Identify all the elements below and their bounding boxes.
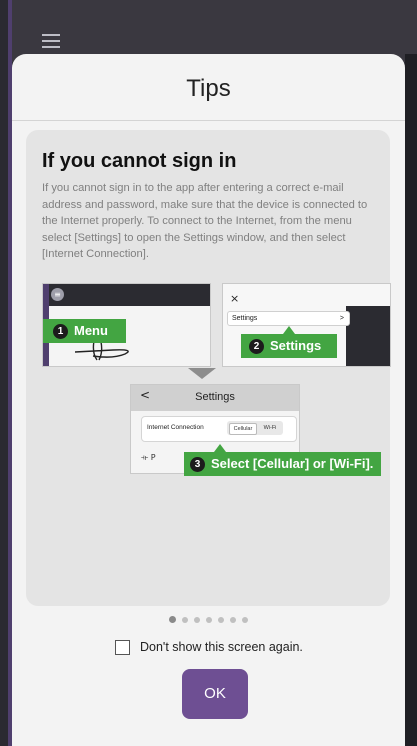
tip-card: If you cannot sign in If you cannot sign… — [26, 130, 391, 606]
step3-label: 3 Select [Cellular] or [Wi-Fi]. — [184, 452, 382, 476]
step3-pointer — [214, 444, 226, 452]
app-header — [8, 0, 417, 62]
step2-pointer — [283, 326, 295, 334]
page-dot-2[interactable] — [182, 617, 188, 623]
illustration-home-screen: ≡ 1 Menu — [42, 283, 211, 367]
modal-title: Tips — [186, 75, 231, 102]
hamburger-icon[interactable] — [42, 34, 60, 48]
page-dot-5[interactable] — [218, 617, 224, 623]
step1-text: Menu — [74, 323, 108, 338]
connection-segment: Cellular Wi-Fi — [227, 421, 283, 435]
cellular-option: Cellular — [229, 423, 257, 435]
dont-show-again-label[interactable]: Don't show this screen again. — [140, 640, 303, 654]
step2-text: Settings — [270, 338, 322, 353]
page-indicator — [12, 616, 405, 623]
step3-number: 3 — [190, 457, 205, 473]
step1-number: 1 — [53, 324, 68, 340]
step3-text: Select [Cellular] or [Wi-Fi]. — [211, 456, 374, 471]
close-icon: × — [230, 292, 240, 305]
illustration-app-bar — [43, 284, 210, 306]
step2-label: 2 Settings — [241, 334, 338, 358]
title-divider — [12, 120, 405, 121]
step2-number: 2 — [249, 339, 264, 355]
tips-modal: Tips If you cannot sign in If you cannot… — [12, 54, 405, 746]
menu-icon: ≡ — [51, 288, 64, 301]
dont-show-again-checkbox[interactable] — [115, 640, 130, 655]
pen-icon: ⟛ P — [141, 453, 156, 462]
arrow-down-icon — [188, 368, 216, 379]
wifi-option: Wi-Fi — [263, 425, 277, 431]
tip-heading: If you cannot sign in — [42, 150, 237, 172]
step1-label: 1 Menu — [43, 319, 126, 343]
background-edge — [405, 54, 417, 746]
illustration-top-area — [223, 284, 390, 306]
internet-connection-row: Internet Connection Cellular Wi-Fi — [141, 416, 297, 442]
illustration-menu-screen: × Settings > 2 Settings — [222, 283, 391, 367]
page-dot-1[interactable] — [169, 616, 176, 623]
internet-connection-label: Internet Connection — [147, 424, 204, 431]
chevron-right-icon: > — [339, 315, 344, 322]
page-dot-6[interactable] — [230, 617, 236, 623]
page-dot-3[interactable] — [194, 617, 200, 623]
ok-button[interactable]: OK — [182, 669, 248, 719]
tip-body: If you cannot sign in to the app after e… — [42, 182, 368, 260]
menu-settings-text: Settings — [232, 315, 258, 322]
page-dot-7[interactable] — [242, 617, 248, 623]
illustration-settings-title: Settings — [195, 391, 235, 403]
page-dot-4[interactable] — [206, 617, 212, 623]
menu-settings-row: Settings > — [227, 311, 350, 326]
